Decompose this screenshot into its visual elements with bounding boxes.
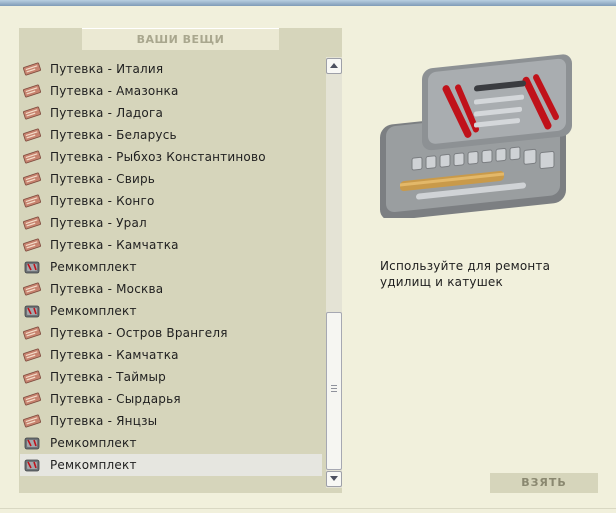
- inventory-item[interactable]: Ремкомплект: [20, 256, 322, 278]
- voucher-icon: [23, 128, 41, 142]
- inventory-panel-title: ВАШИ ВЕЩИ: [82, 28, 279, 50]
- voucher-icon: [23, 172, 41, 186]
- repair-kit-icon: [24, 305, 40, 318]
- inventory-item[interactable]: Путевка - Остров Врангеля: [20, 322, 322, 344]
- inventory-item[interactable]: Путевка - Янцзы: [20, 410, 322, 432]
- repair-kit-icon: [24, 261, 40, 274]
- inventory-item[interactable]: Путевка - Ладога: [20, 102, 322, 124]
- inventory-item[interactable]: Путевка - Рыбхоз Константиново: [20, 146, 322, 168]
- voucher-icon: [23, 150, 41, 164]
- inventory-item-label: Путевка - Свирь: [50, 172, 156, 186]
- inventory-item[interactable]: Ремкомплект: [20, 432, 322, 454]
- inventory-item-label: Путевка - Амазонка: [50, 84, 179, 98]
- inventory-item[interactable]: Путевка - Свирь: [20, 168, 322, 190]
- inventory-item[interactable]: Путевка - Конго: [20, 190, 322, 212]
- inventory-scrollbar[interactable]: [326, 57, 342, 488]
- inventory-item[interactable]: Путевка - Италия: [20, 58, 322, 80]
- voucher-icon: [23, 392, 41, 406]
- inventory-item-label: Путевка - Камчатка: [50, 348, 179, 362]
- inventory-item[interactable]: Путевка - Беларусь: [20, 124, 322, 146]
- inventory-item[interactable]: Путевка - Москва: [20, 278, 322, 300]
- voucher-icon: [23, 414, 41, 428]
- inventory-item-label: Путевка - Конго: [50, 194, 155, 208]
- inventory-item-label: Путевка - Таймыр: [50, 370, 166, 384]
- chevron-up-icon: [330, 63, 338, 68]
- chevron-down-icon: [330, 476, 338, 481]
- bottom-divider: [0, 508, 616, 509]
- inventory-item-label: Путевка - Рыбхоз Константиново: [50, 150, 266, 164]
- inventory-item-label: Путевка - Сырдарья: [50, 392, 181, 406]
- inventory-item[interactable]: Ремкомплект: [20, 300, 322, 322]
- voucher-icon: [23, 370, 41, 384]
- voucher-icon: [23, 348, 41, 362]
- inventory-item-label: Ремкомплект: [50, 304, 137, 318]
- inventory-item-label: Ремкомплект: [50, 260, 137, 274]
- inventory-item[interactable]: Путевка - Амазонка: [20, 80, 322, 102]
- inventory-item-label: Путевка - Италия: [50, 62, 164, 76]
- inventory-item[interactable]: Путевка - Таймыр: [20, 366, 322, 388]
- voucher-icon: [23, 194, 41, 208]
- voucher-icon: [23, 106, 41, 120]
- inventory-item[interactable]: Путевка - Сырдарья: [20, 388, 322, 410]
- grip-icon: [331, 385, 337, 393]
- voucher-icon: [23, 238, 41, 252]
- repair-kit-icon: [24, 437, 40, 450]
- voucher-icon: [23, 326, 41, 340]
- scroll-up-button[interactable]: [326, 58, 342, 74]
- voucher-icon: [23, 282, 41, 296]
- inventory-item-label: Путевка - Камчатка: [50, 238, 179, 252]
- inventory-item-label: Путевка - Остров Врангеля: [50, 326, 228, 340]
- inventory-item-label: Путевка - Ладога: [50, 106, 164, 120]
- inventory-item[interactable]: Путевка - Камчатка: [20, 234, 322, 256]
- item-description: Используйте для ремонта удилищ и катушек: [380, 259, 551, 289]
- take-button[interactable]: ВЗЯТЬ: [490, 473, 598, 493]
- inventory-item-label: Ремкомплект: [50, 436, 137, 450]
- window-top-strip: [0, 0, 616, 6]
- voucher-icon: [23, 216, 41, 230]
- inventory-item-label: Ремкомплект: [50, 458, 137, 472]
- inventory-item-label: Путевка - Урал: [50, 216, 147, 230]
- scroll-down-button[interactable]: [326, 471, 342, 487]
- inventory-item-label: Путевка - Янцзы: [50, 414, 158, 428]
- inventory-item[interactable]: Путевка - Камчатка: [20, 344, 322, 366]
- inventory-list: Путевка - Италия Путевка - Амазонка Путевк…: [20, 58, 322, 476]
- voucher-icon: [23, 62, 41, 76]
- inventory-item[interactable]: Путевка - Урал: [20, 212, 322, 234]
- repair-kit-icon: [24, 459, 40, 472]
- scroll-thumb[interactable]: [326, 312, 342, 470]
- inventory-item-label: Путевка - Беларусь: [50, 128, 177, 142]
- toolbox-icon: [380, 54, 572, 218]
- inventory-item[interactable]: Ремкомплект: [20, 454, 322, 476]
- voucher-icon: [23, 84, 41, 98]
- inventory-item-label: Путевка - Москва: [50, 282, 164, 296]
